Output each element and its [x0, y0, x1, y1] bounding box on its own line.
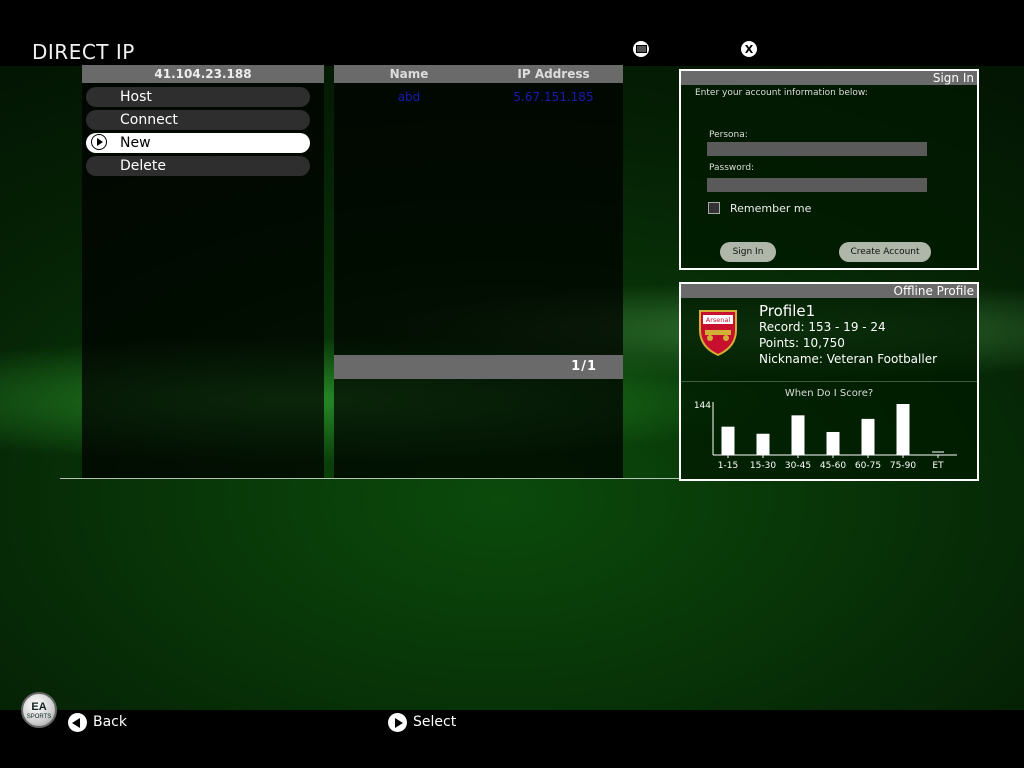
- table-header: Name IP Address: [334, 65, 623, 83]
- sign-in-instructions: Enter your account information below:: [695, 88, 868, 98]
- play-icon: [91, 134, 107, 150]
- bar-30-45: [791, 415, 805, 455]
- persona-label: Persona:: [709, 130, 748, 140]
- local-ip-header: 41.104.23.188: [82, 65, 324, 83]
- server-list-panel: [334, 83, 623, 478]
- menu-item-connect[interactable]: Connect: [86, 110, 310, 130]
- divider: [60, 478, 680, 479]
- offline-profile-panel: Offline Profile Arsenal Profile1 Record:…: [679, 282, 979, 481]
- password-input[interactable]: [707, 178, 927, 192]
- bar-45-60: [826, 431, 840, 455]
- select-icon: [388, 713, 407, 732]
- page-indicator: 1/1: [571, 359, 597, 374]
- profile-name: Profile1: [759, 302, 816, 320]
- sign-in-title: Sign In: [681, 71, 977, 85]
- table-row[interactable]: abd 5.67.151.185: [334, 88, 623, 106]
- y-max-label: 144: [694, 401, 711, 411]
- menu-item-label: New: [120, 135, 151, 151]
- profile-title: Offline Profile: [681, 284, 977, 298]
- top-bar: [0, 0, 1024, 66]
- persona-input[interactable]: [707, 142, 927, 156]
- menu-item-label: Host: [120, 89, 152, 105]
- sign-in-button[interactable]: Sign In: [720, 242, 776, 262]
- close-icon[interactable]: X: [741, 41, 757, 57]
- bar-60-75: [861, 418, 875, 455]
- x-tick-label-30-45: 30-45: [785, 461, 811, 471]
- menu-icon[interactable]: [633, 41, 649, 57]
- ea-sports-logo: EA SPORTS: [21, 692, 57, 728]
- x-tick-label-75-90: 75-90: [890, 461, 916, 471]
- divider: [681, 381, 977, 382]
- x-tick-label-60-75: 60-75: [855, 461, 881, 471]
- pagination-bar: 1/1: [334, 355, 623, 379]
- bar-1-15: [721, 426, 735, 455]
- remember-me-checkbox[interactable]: [708, 202, 720, 214]
- row-ip: 5.67.151.185: [513, 90, 594, 104]
- x-tick-label-15-30: 15-30: [750, 461, 776, 471]
- password-label: Password:: [709, 163, 755, 173]
- bar-15-30: [756, 433, 770, 455]
- club-crest-logo: Arsenal: [699, 310, 737, 356]
- profile-record: Record: 153 - 19 - 24: [759, 320, 886, 334]
- row-name: abd: [397, 90, 421, 104]
- logo-text: EA: [31, 701, 47, 713]
- x-tick-label-45-60: 45-60: [820, 461, 846, 471]
- bar-75-90: [896, 404, 910, 455]
- x-tick-label-ET: ET: [932, 461, 944, 471]
- logo-subtext: SPORTS: [26, 714, 52, 720]
- page-title: DIRECT IP: [32, 40, 135, 64]
- select-label: Select: [413, 714, 457, 730]
- menu-item-delete[interactable]: Delete: [86, 156, 310, 176]
- score-chart: 144 1-15 15-30 30-45 45-60 60-75 75-90 ET: [694, 401, 957, 471]
- column-header-ip: IP Address: [517, 67, 590, 81]
- x-tick-label-1-15: 1-15: [718, 461, 738, 471]
- create-account-button[interactable]: Create Account: [839, 242, 931, 262]
- menu-item-new[interactable]: New: [86, 133, 310, 153]
- back-icon: [68, 713, 87, 732]
- back-label: Back: [93, 714, 127, 730]
- menu-item-label: Delete: [120, 158, 166, 174]
- sign-in-panel: Sign In Enter your account information b…: [679, 69, 979, 270]
- column-header-name: Name: [389, 67, 429, 81]
- menu-item-label: Connect: [120, 112, 178, 128]
- remember-me-label: Remember me: [730, 202, 812, 215]
- profile-points: Points: 10,750: [759, 336, 845, 350]
- menu-item-host[interactable]: Host: [86, 87, 310, 107]
- profile-nickname: Nickname: Veteran Footballer: [759, 352, 938, 366]
- crest-text: Arsenal: [706, 316, 731, 324]
- bottom-bar: [0, 710, 1024, 768]
